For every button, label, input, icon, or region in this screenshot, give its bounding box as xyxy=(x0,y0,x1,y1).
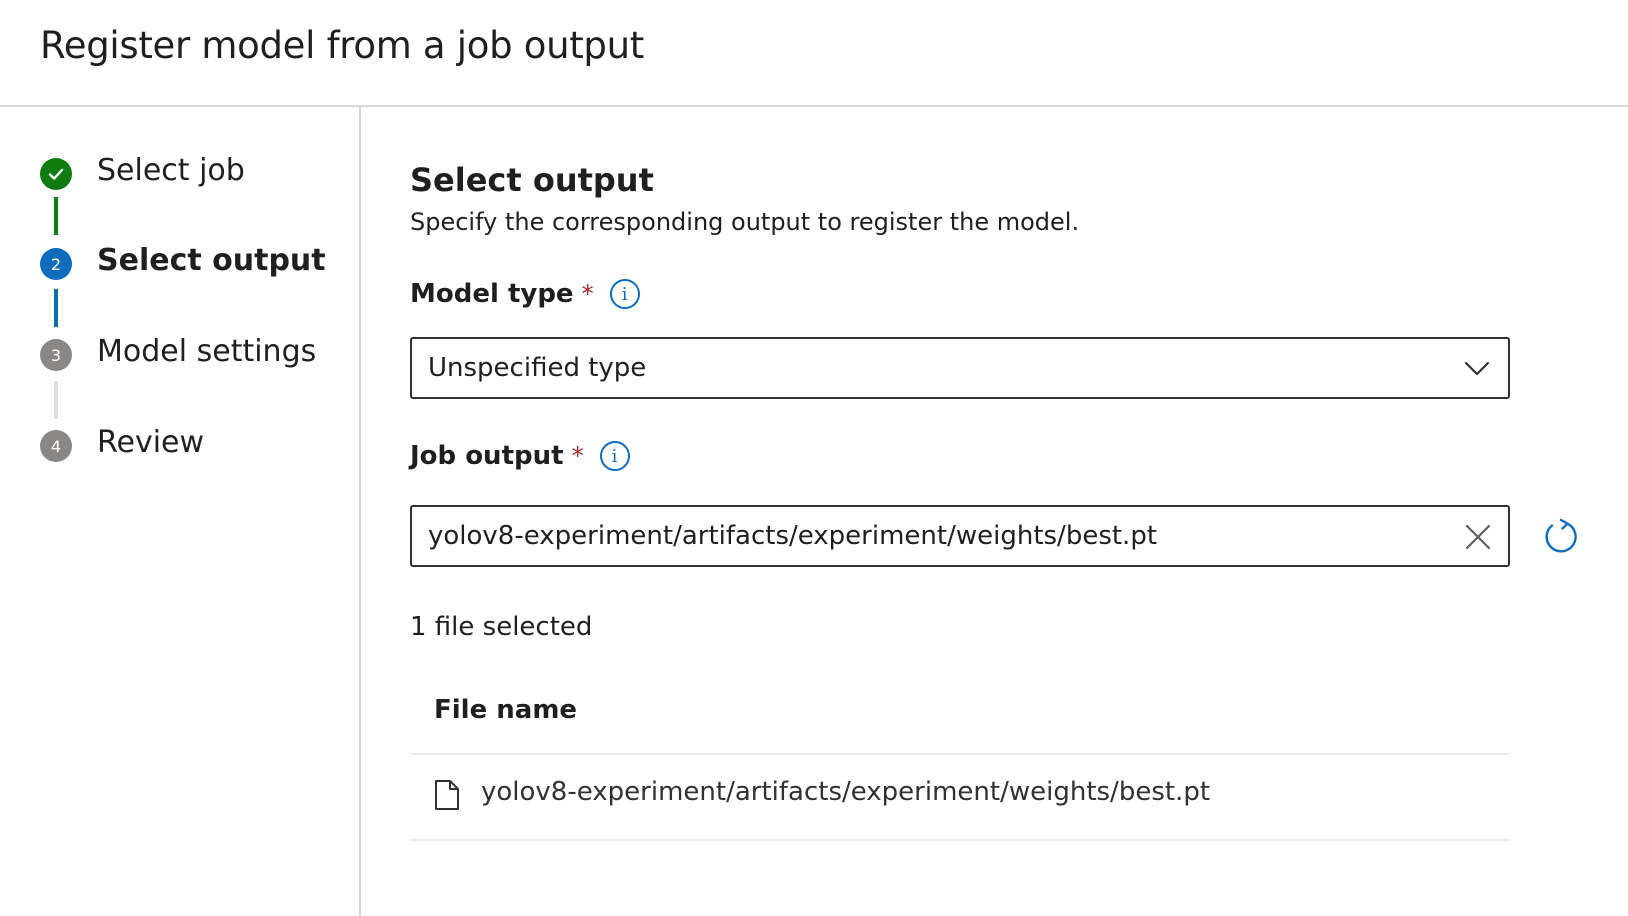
file-count: 1 file selected xyxy=(410,612,593,642)
chevron-down-icon xyxy=(1464,361,1490,376)
step-connector xyxy=(54,381,58,419)
table-row[interactable]: yolov8-experiment/artifacts/experiment/w… xyxy=(410,755,1510,841)
step-connector xyxy=(54,197,58,235)
job-output-input[interactable]: yolov8-experiment/artifacts/experiment/w… xyxy=(410,505,1510,567)
dialog-header: Register model from a job output xyxy=(0,0,1628,107)
job-output-value: yolov8-experiment/artifacts/experiment/w… xyxy=(428,521,1158,551)
info-icon[interactable]: i xyxy=(609,279,640,309)
file-icon xyxy=(435,780,459,810)
column-header-file-name[interactable]: File name xyxy=(434,695,577,725)
model-type-label: Model type * i xyxy=(410,279,640,309)
required-mark: * xyxy=(581,280,594,308)
refresh-icon[interactable] xyxy=(1541,517,1581,557)
required-mark: * xyxy=(571,442,584,470)
model-type-dropdown[interactable]: Unspecified type xyxy=(410,337,1510,399)
job-output-label: Job output * i xyxy=(410,441,630,471)
step-select-job[interactable]: Select job xyxy=(40,153,245,191)
step-model-settings[interactable]: 3 Model settings xyxy=(40,334,316,372)
job-output-label-text: Job output xyxy=(410,441,564,471)
model-type-label-text: Model type xyxy=(410,279,574,309)
section-title: Select output xyxy=(410,161,654,199)
file-name-cell: yolov8-experiment/artifacts/experiment/w… xyxy=(481,777,1211,807)
step-label: Review xyxy=(97,425,205,460)
step-number: 4 xyxy=(40,430,72,462)
info-icon[interactable]: i xyxy=(599,441,630,471)
checkmark-icon xyxy=(40,158,72,190)
step-number: 2 xyxy=(40,248,72,280)
wizard-steps: Select job 2 Select output 3 Model setti… xyxy=(0,107,361,916)
section-subtitle: Specify the corresponding output to regi… xyxy=(410,208,1080,236)
step-connector xyxy=(54,289,58,327)
model-type-value: Unspecified type xyxy=(428,353,647,383)
main-content: Select output Specify the corresponding … xyxy=(363,107,1628,916)
step-label: Select output xyxy=(97,243,326,278)
close-icon[interactable] xyxy=(1462,521,1494,553)
dialog-title: Register model from a job output xyxy=(40,24,644,67)
step-label: Select job xyxy=(97,153,245,188)
step-label: Model settings xyxy=(97,334,317,369)
table-header: File name xyxy=(410,673,1510,755)
step-select-output[interactable]: 2 Select output xyxy=(40,243,326,281)
step-review[interactable]: 4 Review xyxy=(40,425,204,463)
step-number: 3 xyxy=(40,339,72,371)
